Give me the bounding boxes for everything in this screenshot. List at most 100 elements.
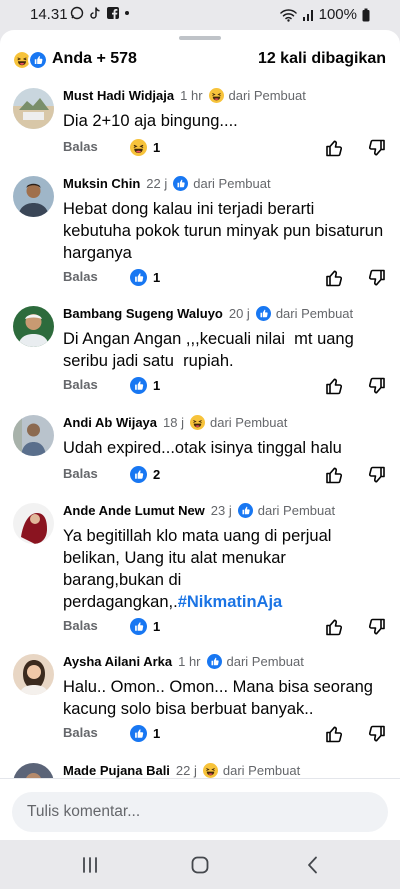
author-reaction-badge: dari Pembuat: [207, 654, 304, 669]
comment-line: perdagangkan,.#NikmatinAja: [63, 591, 373, 613]
comment-text: Udah expired...otak isinya tinggal halu: [63, 437, 373, 459]
author-reaction-badge: dari Pembuat: [256, 306, 353, 321]
reactions-header: Anda + 578 12 kali dibagikan: [0, 44, 400, 78]
author-reaction-badge: dari Pembuat: [209, 88, 306, 103]
like-icon: [238, 503, 253, 518]
comment-meta: Andi Ab Wijaya 18 j dari Pembuat: [63, 415, 287, 430]
thumbs-up-icon[interactable]: [323, 376, 343, 396]
avatar[interactable]: [13, 654, 54, 695]
avatar[interactable]: [13, 306, 54, 347]
comment-line: Ya begitillah klo mata uang di perjual: [63, 527, 332, 545]
back-icon[interactable]: [302, 854, 324, 876]
avatar[interactable]: [13, 88, 54, 129]
status-time: 14.31: [30, 6, 68, 23]
thumbs-up-icon[interactable]: [323, 617, 343, 637]
comment-author[interactable]: Andi Ab Wijaya: [63, 415, 157, 430]
badge-label: dari Pembuat: [275, 306, 354, 321]
comment-reactions[interactable]: 1: [130, 377, 160, 394]
battery-percent: 100%: [318, 6, 357, 23]
reply-button[interactable]: Balas: [63, 466, 98, 481]
comment-reactions[interactable]: 1: [130, 139, 160, 156]
comment-meta: Bambang Sugeng Waluyo 20 j dari Pembuat: [63, 306, 353, 321]
comment-time: 1 hr: [180, 88, 203, 103]
reaction-number: 1: [153, 270, 161, 285]
comment-reactions[interactable]: 1: [130, 618, 160, 635]
comment-time: 23 j: [210, 503, 232, 518]
thumbs-up-icon[interactable]: [323, 724, 343, 744]
thumbs-up-icon[interactable]: [323, 138, 343, 158]
share-count[interactable]: 12 kali dibagikan: [258, 50, 386, 68]
comment-actions: Balas 1: [63, 139, 388, 159]
avatar[interactable]: [13, 415, 54, 456]
comment-author[interactable]: Must Hadi Widjaja: [63, 88, 174, 103]
author-reaction-badge: dari Pembuat: [203, 763, 300, 778]
reaction-number: 1: [153, 619, 161, 634]
comment-line: Halu.. Omon.. Omon... Mana bisa seorang: [63, 678, 373, 696]
reply-button[interactable]: Balas: [63, 269, 98, 284]
comment-reactions[interactable]: 1: [130, 725, 160, 742]
comment-line: Udah expired...otak isinya tinggal halu: [63, 439, 342, 457]
status-bar: 14.31 100%: [0, 0, 400, 30]
avatar[interactable]: [13, 503, 54, 544]
reply-button[interactable]: Balas: [63, 618, 98, 633]
sheet-drag-handle[interactable]: [179, 36, 221, 40]
comment-item: Bambang Sugeng Waluyo 20 j dari Pembuat …: [0, 306, 400, 396]
comment-line: belikan, Uang itu alat menukar: [63, 549, 286, 567]
wifi-icon: [279, 8, 297, 22]
author-reaction-badge: dari Pembuat: [190, 415, 287, 430]
haha-icon: [190, 415, 205, 430]
comment-item: Ande Ande Lumut New 23 j dari Pembuat Ya…: [0, 503, 400, 633]
thumbs-down-icon[interactable]: [368, 465, 388, 485]
signal-icon: [302, 9, 313, 21]
comment-author[interactable]: Muksin Chin: [63, 176, 140, 191]
battery-icon: [362, 8, 370, 21]
comment-actions: Balas 2: [63, 466, 388, 486]
thumbs-up-icon[interactable]: [323, 268, 343, 288]
recent-apps-icon[interactable]: [79, 854, 101, 876]
like-icon: [28, 50, 48, 70]
author-reaction-badge: dari Pembuat: [238, 503, 335, 518]
comment-input[interactable]: [12, 792, 388, 832]
thumbs-down-icon[interactable]: [368, 138, 388, 158]
like-icon: [207, 654, 222, 669]
thumbs-down-icon[interactable]: [368, 376, 388, 396]
reaction-summary[interactable]: [12, 50, 48, 70]
avatar[interactable]: [13, 176, 54, 217]
reaction-number: 1: [153, 140, 161, 155]
comment-actions: Balas 1: [63, 377, 388, 397]
author-reaction-badge: dari Pembuat: [173, 176, 271, 191]
comment-author[interactable]: Ande Ande Lumut New: [63, 503, 205, 518]
comment-line: Di Angan Angan ,,,kecuali nilai mt uang: [63, 330, 354, 348]
comment-author[interactable]: Aysha Ailani Arka: [63, 654, 172, 669]
reply-button[interactable]: Balas: [63, 725, 98, 740]
thumbs-up-icon[interactable]: [323, 465, 343, 485]
haha-icon: [209, 88, 224, 103]
comment-reactions[interactable]: 1: [130, 269, 160, 286]
comment-text: Di Angan Angan ,,,kecuali nilai mt uang …: [63, 328, 373, 372]
reply-button[interactable]: Balas: [63, 377, 98, 392]
comment-author[interactable]: Bambang Sugeng Waluyo: [63, 306, 223, 321]
badge-label: dari Pembuat: [222, 763, 301, 778]
comment-item: Muksin Chin 22 j dari Pembuat Hebat dong…: [0, 176, 400, 286]
comment-actions: Balas 1: [63, 269, 388, 289]
comment-line: seribu jadi satu rupiah.: [63, 352, 234, 370]
hashtag-link[interactable]: #NikmatinAja: [178, 593, 283, 611]
reply-button[interactable]: Balas: [63, 139, 98, 154]
comment-time: 18 j: [163, 415, 184, 430]
comment-text: Halu.. Omon.. Omon... Mana bisa seorang …: [63, 676, 373, 720]
thumbs-down-icon[interactable]: [368, 617, 388, 637]
comment-line: kebutuha pokok turun minyak pun bisaturu…: [63, 222, 384, 240]
reaction-number: 1: [153, 378, 161, 393]
thumbs-down-icon[interactable]: [368, 724, 388, 744]
reaction-count[interactable]: Anda + 578: [52, 50, 137, 68]
like-icon: [130, 269, 147, 286]
reaction-number: 2: [153, 467, 161, 482]
comment-reactions[interactable]: 2: [130, 466, 160, 483]
haha-icon: [130, 139, 147, 156]
like-icon: [256, 306, 271, 321]
home-icon[interactable]: [189, 854, 211, 876]
comment-meta: Aysha Ailani Arka 1 hr dari Pembuat: [63, 654, 304, 669]
comment-time: 22 j: [146, 176, 168, 191]
comment-author[interactable]: Made Pujana Bali: [63, 763, 170, 778]
thumbs-down-icon[interactable]: [368, 268, 388, 288]
